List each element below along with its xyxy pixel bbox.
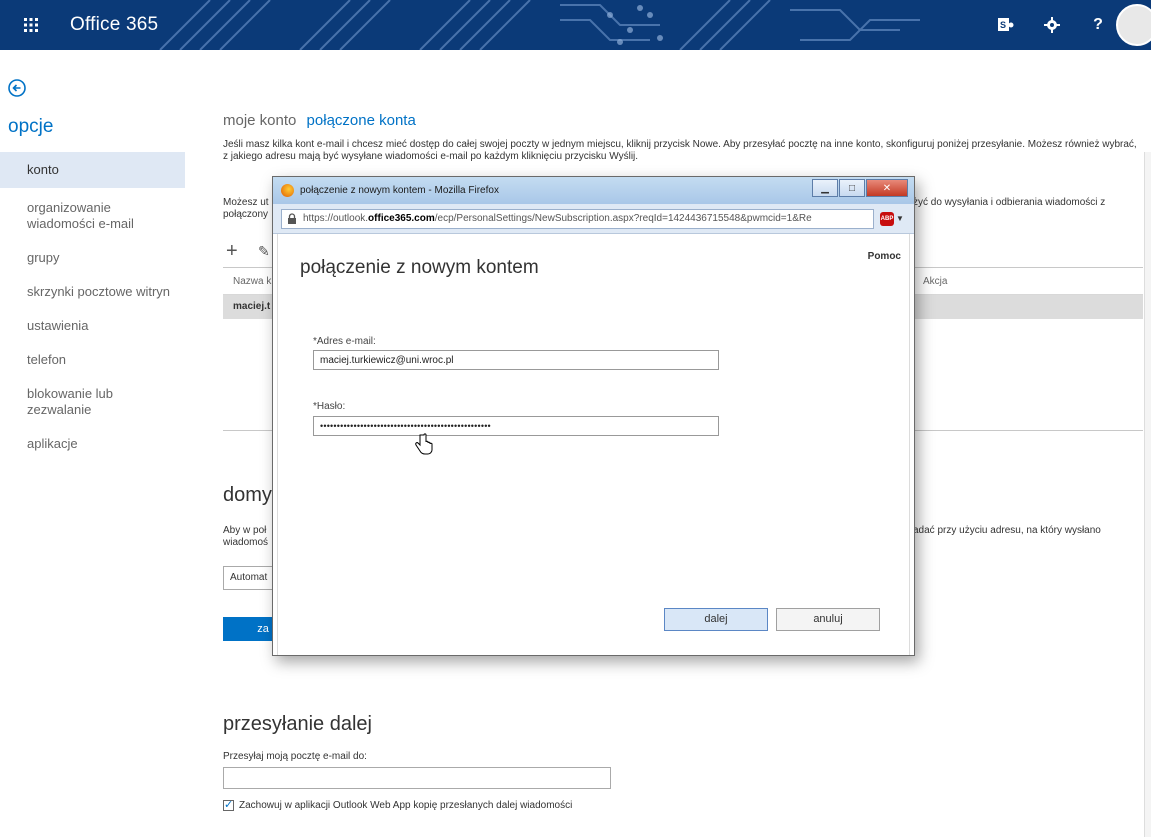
password-label: *Hasło:: [313, 401, 346, 412]
back-arrow-icon[interactable]: [7, 78, 27, 98]
tab-connected-accounts[interactable]: połączone konta: [307, 112, 416, 129]
nav-item-block-allow[interactable]: blokowanie lub zezwalanie: [0, 380, 185, 424]
keep-copy-checkbox[interactable]: [223, 798, 234, 811]
chevron-down-icon: ▼: [896, 214, 904, 223]
url-suffix: /ecp/PersonalSettings/NewSubscription.as…: [434, 213, 812, 224]
adblock-icon[interactable]: ABP ▼: [880, 209, 906, 229]
edit-icon[interactable]: ✎: [258, 243, 270, 260]
col-name[interactable]: Nazwa k: [233, 268, 271, 295]
default-text-3: adać przy użyciu adresu, na który wysłan…: [913, 525, 1101, 536]
firefox-popup-window: połączenie z nowym kontem - Mozilla Fire…: [272, 176, 915, 656]
header-pattern: [159, 0, 920, 50]
nav-item-site-mailboxes[interactable]: skrzynki pocztowe witryn: [0, 278, 185, 306]
brand-title[interactable]: Office 365: [70, 14, 158, 36]
default-text-2: wiadomoś: [223, 537, 269, 548]
nav-item-settings[interactable]: ustawienia: [0, 312, 185, 340]
next-button[interactable]: dalej: [664, 608, 768, 631]
url-field[interactable]: https://outlook. office365.com/ecp/Person…: [281, 208, 874, 229]
forwarding-email-input[interactable]: [223, 767, 611, 789]
popup-body: połączenie z nowym kontem Pomoc *Adres e…: [277, 234, 910, 655]
help-icon[interactable]: ?: [1083, 10, 1113, 40]
default-address-title: domy: [223, 484, 272, 506]
avatar[interactable]: [1116, 4, 1151, 46]
email-label: *Adres e-mail:: [313, 336, 376, 347]
options-heading: opcje: [8, 116, 54, 137]
password-field[interactable]: ••••••••••••••••••••••••••••••••••••••••…: [313, 416, 719, 436]
add-icon[interactable]: +: [226, 240, 238, 263]
firefox-icon: [281, 184, 294, 197]
minimize-icon[interactable]: ▁: [812, 179, 838, 197]
cancel-button[interactable]: anuluj: [776, 608, 880, 631]
nav-item-phone[interactable]: telefon: [0, 346, 185, 374]
maximize-icon[interactable]: □: [839, 179, 865, 197]
window-controls: ▁ □ ✕: [811, 179, 908, 197]
nav-item-organize-mail[interactable]: organizowanie wiadomości e-mail: [0, 194, 185, 238]
hand-cursor-icon: [415, 433, 433, 455]
forwarding-label: Przesyłaj moją pocztę e-mail do:: [223, 751, 367, 762]
keep-copy-label: Zachowuj w aplikacji Outlook Web App kop…: [239, 800, 573, 811]
intro-text-3: połączony: [223, 209, 269, 220]
nav-item-konto[interactable]: konto: [0, 152, 185, 188]
main-content: moje konto połączone konta Jeśli masz ki…: [223, 112, 1143, 163]
nav-item-apps[interactable]: aplikacje: [0, 430, 185, 458]
waffle-icon[interactable]: [18, 12, 44, 38]
gear-icon[interactable]: [1037, 10, 1067, 40]
intro-text-2: Możesz ut: [223, 197, 269, 208]
keep-copy-row: Zachowuj w aplikacji Outlook Web App kop…: [223, 798, 573, 811]
nav-item-groups[interactable]: grupy: [0, 244, 185, 272]
help-link[interactable]: Pomoc: [868, 251, 901, 262]
page-scrollbar[interactable]: [1144, 152, 1151, 837]
email-field[interactable]: maciej.turkiewicz@uni.wroc.pl: [313, 350, 719, 370]
lock-icon: [288, 212, 296, 224]
popup-window-title: połączenie z nowym kontem - Mozilla Fire…: [300, 185, 499, 196]
url-host: office365.com: [368, 213, 435, 224]
url-prefix: https://outlook.: [303, 213, 369, 224]
tab-my-account[interactable]: moje konto: [223, 112, 296, 129]
intro-text: Jeśli masz kilka kont e-mail i chcesz mi…: [223, 139, 1137, 162]
close-icon[interactable]: ✕: [866, 179, 908, 197]
skype-icon[interactable]: S: [991, 10, 1021, 40]
left-nav: konto organizowanie wiadomości e-mail gr…: [0, 152, 185, 458]
default-text-1: Aby w poł: [223, 525, 267, 536]
tabs: moje konto połączone konta: [223, 112, 1143, 129]
popup-heading: połączenie z nowym kontem: [300, 257, 539, 278]
popup-titlebar[interactable]: połączenie z nowym kontem - Mozilla Fire…: [273, 177, 914, 204]
intro-text-4: żyć do wysyłania i odbierania wiadomości…: [913, 197, 1106, 208]
svg-text:S: S: [1000, 20, 1006, 30]
url-bar: https://outlook. office365.com/ecp/Person…: [273, 204, 914, 234]
top-bar: Office 365 S ?: [0, 0, 1151, 50]
abp-badge: ABP: [880, 211, 894, 226]
col-action[interactable]: Akcja: [923, 268, 947, 295]
forwarding-title: przesyłanie dalej: [223, 713, 372, 735]
